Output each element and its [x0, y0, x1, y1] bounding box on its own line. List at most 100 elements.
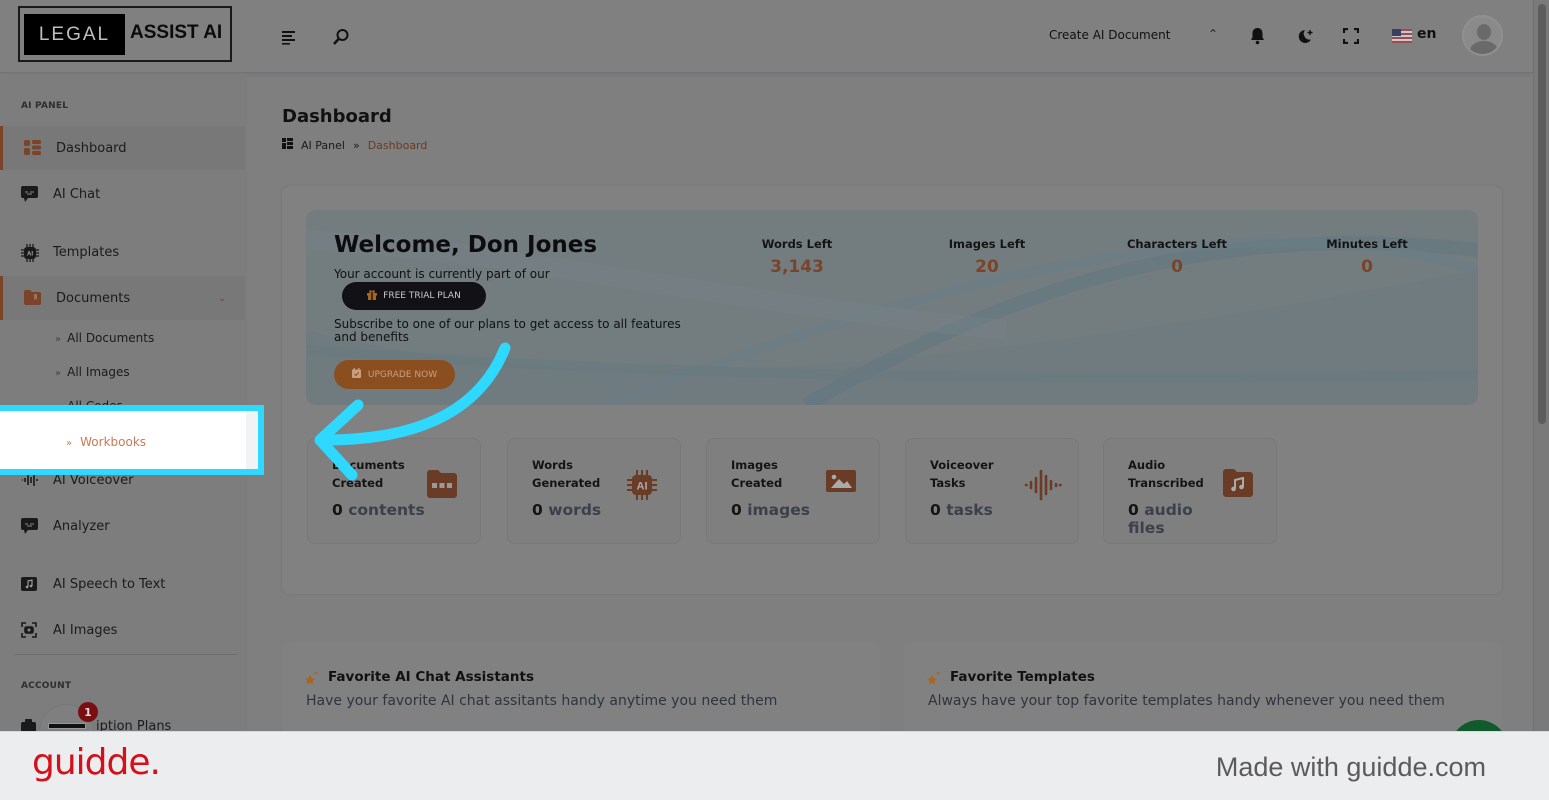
camera-icon [21, 621, 38, 639]
sidebar-section-ai-panel: AI PANEL [21, 101, 69, 111]
logo[interactable]: LEGAL ASSIST AI [18, 6, 232, 62]
create-ai-document-button[interactable]: Create AI Document [1049, 28, 1170, 42]
card-documents-created: Documents Created 0 contents [307, 438, 481, 544]
card-value: 0 audio files [1128, 501, 1193, 537]
card-title: Images Created [731, 458, 783, 490]
chevron-down-icon: ⌄ [218, 292, 227, 304]
sidebar-item-label: iption Plans [96, 719, 172, 731]
breadcrumb-current: Dashboard [367, 138, 428, 152]
card-words-generated: Words Generated 0 words AI [507, 438, 681, 544]
upgrade-label: UPGRADE NOW [367, 369, 438, 380]
subitem-label: All Images [67, 365, 130, 379]
card-title: Audio Transcribed [1128, 458, 1204, 490]
stat-label: Words Left [761, 237, 833, 251]
us-flag-icon[interactable] [1392, 29, 1412, 43]
guidde-footer: guidde. Made with guidde.com [0, 731, 1549, 800]
subscription-icon [21, 718, 38, 731]
ai-chip-icon: AI [21, 243, 39, 262]
svg-text:AI: AI [27, 251, 33, 257]
top-header: LEGAL ASSIST AI Create AI Document ⌃ en [0, 0, 1533, 73]
sidebar-item-label: Documents [56, 290, 131, 306]
stat-label: Characters Left [1126, 237, 1228, 251]
breadcrumb-separator: » [352, 138, 360, 152]
sidebar-subitem-workbooks[interactable]: » Workbooks [66, 435, 146, 449]
card-audio-transcribed: Audio Transcribed 0 audio files [1103, 438, 1277, 544]
stat-value: 20 [975, 257, 999, 277]
stat-words-left: Words Left 3,143 [717, 237, 877, 277]
menu-icon[interactable] [281, 29, 297, 49]
sidebar-item-ai-images[interactable]: AI Images [0, 608, 245, 652]
card-value: 0 tasks [930, 501, 993, 519]
card-images-created: Images Created 0 images [706, 438, 880, 544]
gift-icon [367, 289, 378, 303]
card-voiceover-tasks: Voiceover Tasks 0 tasks [905, 438, 1079, 544]
sidebar-subitem-all-documents[interactable]: » All Documents [55, 331, 154, 345]
card-value: 0 contents [332, 501, 425, 519]
highlight-workbooks[interactable]: » Workbooks [0, 405, 264, 475]
card-title: Documents Created [332, 458, 405, 490]
subscribe-text: Subscribe to one of our plans to get acc… [334, 317, 681, 344]
stat-value: 0 [1361, 257, 1373, 277]
favorite-subtitle: Have your favorite AI chat assitants han… [306, 693, 778, 709]
upgrade-now-button[interactable]: UPGRADE NOW [334, 360, 455, 389]
language-selector[interactable]: en [1417, 26, 1436, 42]
favorite-title: Favorite Templates [950, 669, 1095, 685]
sidebar-item-subscription-plans[interactable]: iption Plans [0, 705, 245, 731]
page-scrollbar[interactable] [1533, 0, 1549, 731]
card-value: 0 words [532, 501, 602, 519]
sidebar-divider [13, 654, 238, 655]
chevron-up-icon[interactable]: ⌃ [1208, 27, 1218, 41]
ai-chip-icon: AI [626, 469, 658, 501]
sidebar-item-label: Dashboard [56, 140, 127, 156]
chat-icon [21, 517, 38, 535]
favorite-title: Favorite AI Chat Assistants [328, 669, 535, 685]
stat-label: Images Left [948, 237, 1026, 251]
star-icon [304, 670, 320, 690]
logo-left-text: LEGAL [24, 14, 125, 55]
sidebar-item-label: AI Images [53, 622, 118, 638]
sidebar-item-label: Analyzer [53, 518, 110, 534]
sidebar-item-label: Templates [53, 244, 120, 260]
welcome-title: Welcome, Don Jones [334, 232, 598, 258]
subitem-label: All Documents [67, 331, 155, 345]
user-avatar-icon[interactable] [1462, 15, 1503, 56]
dark-mode-icon[interactable] [1296, 27, 1315, 49]
breadcrumb: AI Panel » Dashboard [282, 138, 427, 152]
card-title: Voiceover Tasks [930, 458, 994, 490]
guidde-logo[interactable]: guidde. [32, 742, 161, 783]
stat-label: Minutes Left [1326, 237, 1408, 251]
search-icon[interactable] [332, 28, 350, 50]
notification-badge: 1 [78, 702, 98, 722]
logo-right-text: ASSIST AI [130, 22, 223, 43]
sidebar-item-analyzer[interactable]: Analyzer [0, 504, 245, 548]
stat-images-left: Images Left 20 [907, 237, 1067, 277]
plan-badge: FREE TRIAL PLAN [342, 282, 486, 310]
subitem-label: Workbooks [80, 435, 147, 449]
star-icon [926, 670, 942, 690]
made-with-text[interactable]: Made with guidde.com [1216, 752, 1486, 783]
sidebar-item-label: AI Speech to Text [53, 576, 166, 592]
folder-dots-icon [426, 469, 458, 501]
music-folder-icon [21, 576, 38, 593]
dashboard-icon [282, 138, 293, 152]
sidebar-item-dashboard[interactable]: Dashboard [0, 126, 245, 170]
breadcrumb-ai-panel[interactable]: AI Panel [301, 139, 345, 152]
stat-value: 3,143 [770, 257, 824, 277]
sidebar-item-ai-chat[interactable]: AI Chat [0, 172, 245, 216]
sidebar-item-ai-speech-to-text[interactable]: AI Speech to Text [0, 562, 245, 606]
bell-icon[interactable] [1249, 27, 1266, 49]
waveform-icon [1024, 469, 1062, 501]
sidebar-item-documents[interactable]: Documents ⌄ [0, 276, 245, 320]
svg-text:AI: AI [637, 481, 648, 493]
sidebar-subitem-all-images[interactable]: » All Images [55, 365, 130, 379]
sidebar-item-templates[interactable]: AI Templates [0, 230, 245, 274]
favorite-subtitle: Always have your top favorite templates … [928, 693, 1445, 709]
image-icon [825, 469, 857, 501]
fullscreen-icon[interactable] [1342, 27, 1360, 48]
plan-label: FREE TRIAL PLAN [383, 291, 461, 301]
chat-icon [21, 185, 38, 203]
calendar-check-icon [351, 368, 361, 381]
card-title: Words Generated [532, 458, 601, 490]
folder-icon [24, 289, 41, 307]
sidebar-item-label: AI Chat [53, 186, 101, 202]
